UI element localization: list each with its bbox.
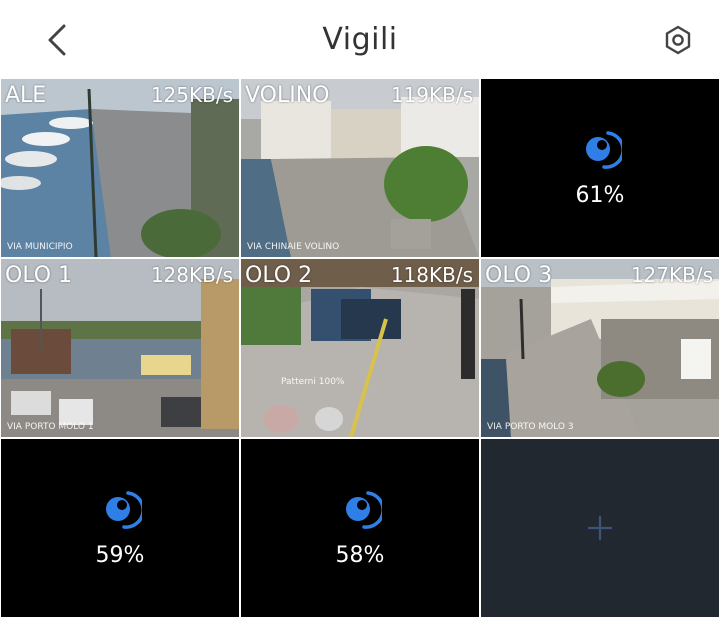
page-title: Vigili	[322, 22, 398, 57]
loading-overlay: 61%	[481, 79, 719, 257]
camera-bitrate: 128KB/s	[150, 263, 233, 287]
camera-tile-loading[interactable]: 59%	[1, 439, 239, 617]
camera-name: OLO 3	[485, 263, 553, 288]
camera-bitrate: 127KB/s	[630, 263, 713, 287]
add-camera-tile[interactable]	[481, 439, 719, 617]
camera-overlay-caption: VIA PORTO MOLO 1	[7, 422, 94, 432]
camera-name: OLO 2	[245, 263, 313, 288]
camera-overlay-caption: Patterni 100%	[281, 377, 345, 387]
camera-bitrate: 118KB/s	[390, 263, 473, 287]
camera-grid: ALE 125KB/s VIA MUNICIPIO VOLINO 119KB/s…	[0, 78, 720, 618]
camera-overlay-caption: VIA PORTO MOLO 3	[487, 422, 574, 432]
camera-tile-olo-2[interactable]: OLO 2 118KB/s Patterni 100%	[241, 259, 479, 437]
camera-name: VOLINO	[245, 83, 330, 108]
loading-spinner-icon	[586, 131, 622, 169]
loading-progress: 58%	[335, 543, 385, 568]
camera-overlay-caption: VIA MUNICIPIO	[7, 242, 73, 252]
empty-slot	[481, 439, 719, 617]
camera-tile-loading[interactable]: 58%	[241, 439, 479, 617]
loading-spinner-icon	[106, 491, 142, 529]
camera-name: ALE	[5, 83, 47, 108]
loading-overlay: 59%	[1, 439, 239, 617]
top-bar: Vigili	[0, 0, 720, 78]
camera-tile-olo-1[interactable]: OLO 1 128KB/s VIA PORTO MOLO 1	[1, 259, 239, 437]
plus-icon	[588, 516, 612, 540]
loading-progress: 61%	[575, 183, 625, 208]
gear-icon	[665, 25, 691, 55]
camera-name: OLO 1	[5, 263, 73, 288]
camera-bitrate: 125KB/s	[150, 83, 233, 107]
camera-bitrate: 119KB/s	[390, 83, 473, 107]
camera-tile-olo-3[interactable]: OLO 3 127KB/s VIA PORTO MOLO 3	[481, 259, 719, 437]
camera-tile-loading[interactable]: 61%	[481, 79, 719, 257]
loading-overlay: 58%	[241, 439, 479, 617]
loading-spinner-icon	[346, 491, 382, 529]
camera-tile-ale[interactable]: ALE 125KB/s VIA MUNICIPIO	[1, 79, 239, 257]
camera-tile-volino[interactable]: VOLINO 119KB/s VIA CHINAIE VOLINO	[241, 79, 479, 257]
loading-progress: 59%	[95, 543, 145, 568]
camera-overlay-caption: VIA CHINAIE VOLINO	[247, 242, 340, 252]
settings-button[interactable]	[658, 20, 698, 60]
